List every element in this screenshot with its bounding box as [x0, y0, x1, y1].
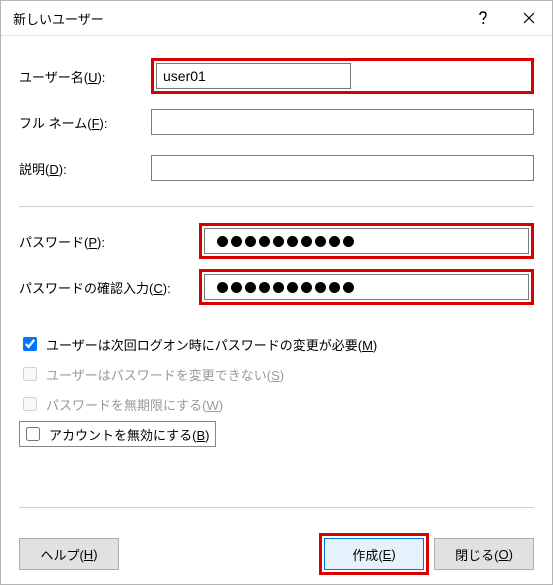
never-expires-checkbox [23, 397, 37, 411]
never-expires-label: パスワードを無期限にする(W) [46, 395, 223, 414]
username-row: ユーザー名(U): [19, 56, 534, 96]
confirm-input[interactable] [204, 274, 529, 300]
must-change-checkbox-row: ユーザーは次回ログオン時にパスワードの変更が必要(M) [19, 329, 534, 359]
never-expires-checkbox-row: パスワードを無期限にする(W) [19, 389, 534, 419]
disable-account-checkbox[interactable] [26, 427, 40, 441]
button-bar: ヘルプ(H) 作成(E) 閉じる(O) [19, 507, 534, 570]
fullname-label: フル ネーム(F): [19, 113, 151, 132]
fullname-row: フル ネーム(F): [19, 102, 534, 142]
title-bar: 新しいユーザー [1, 1, 552, 36]
confirm-label: パスワードの確認入力(C): [19, 278, 199, 297]
dialog-body: ユーザー名(U): フル ネーム(F): 説明(D): パスワード(P): [1, 36, 552, 584]
cannot-change-label: ユーザーはパスワードを変更できない(S) [46, 365, 284, 384]
cannot-change-checkbox-row: ユーザーはパスワードを変更できない(S) [19, 359, 534, 389]
username-input[interactable] [156, 63, 351, 89]
window-title: 新しいユーザー [13, 9, 460, 28]
cannot-change-checkbox [23, 367, 37, 381]
description-input[interactable] [151, 155, 534, 181]
fullname-input[interactable] [151, 109, 534, 135]
confirm-highlight [199, 269, 534, 305]
create-button[interactable]: 作成(E) [324, 538, 424, 570]
must-change-label: ユーザーは次回ログオン時にパスワードの変更が必要(M) [46, 335, 377, 354]
password-label: パスワード(P): [19, 232, 199, 251]
password-dots [211, 236, 354, 247]
confirm-dots [211, 282, 354, 293]
help-button[interactable]: ヘルプ(H) [19, 538, 119, 570]
description-label: 説明(D): [19, 159, 151, 178]
description-row: 説明(D): [19, 148, 534, 188]
close-icon[interactable] [506, 1, 552, 35]
confirm-row: パスワードの確認入力(C): [19, 267, 534, 307]
username-label: ユーザー名(U): [19, 67, 151, 86]
username-highlight [151, 58, 534, 94]
disable-account-label: アカウントを無効にする(B) [49, 425, 209, 444]
help-icon[interactable] [460, 1, 506, 35]
disable-account-checkbox-row: アカウントを無効にする(B) [19, 419, 534, 449]
password-highlight [199, 223, 534, 259]
password-row: パスワード(P): [19, 221, 534, 261]
separator [19, 206, 534, 207]
new-user-dialog: 新しいユーザー ユーザー名(U): フル ネ [0, 0, 553, 585]
must-change-checkbox[interactable] [23, 337, 37, 351]
close-button[interactable]: 閉じる(O) [434, 538, 534, 570]
password-input[interactable] [204, 228, 529, 254]
